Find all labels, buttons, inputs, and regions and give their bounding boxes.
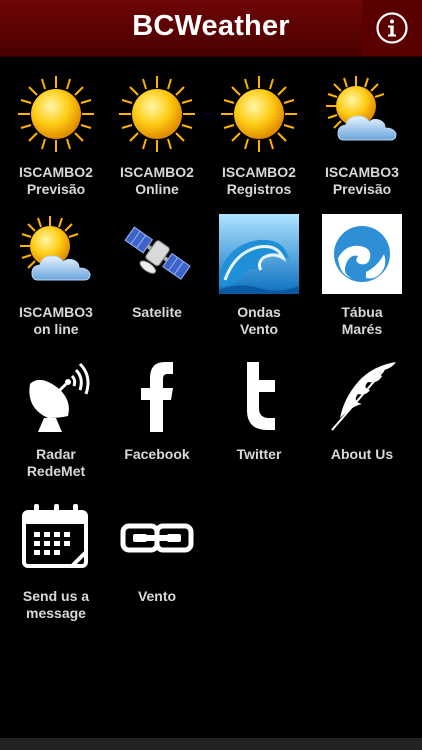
tile-label-line2: message <box>26 605 86 621</box>
tile-label-line1: About Us <box>330 446 394 462</box>
tile-label: ISCAMBO2 Previsão <box>4 164 108 198</box>
sun-icon <box>119 76 195 152</box>
tide-icon <box>322 214 402 294</box>
tile-label-line2: Previsão <box>332 181 392 197</box>
info-button[interactable] <box>362 0 422 56</box>
tile-iscambo3-previsao[interactable]: ISCAMBO3 Previsão <box>310 74 414 198</box>
app-title: BCWeather <box>132 10 290 42</box>
tile-facebook[interactable]: Facebook <box>105 356 209 463</box>
tile-label: ISCAMBO2 Online <box>105 164 209 198</box>
tile-about-us[interactable]: About Us <box>310 356 414 463</box>
tile-radar-redemet[interactable]: Radar RedeMet <box>4 356 108 480</box>
tile-label-line1: Satelite <box>132 304 182 320</box>
chain-link-icon <box>120 523 194 553</box>
tile-label-line1: Send us a <box>22 588 90 604</box>
info-icon <box>376 12 408 44</box>
sun-cloud-icon <box>326 76 397 141</box>
tile-label-line1: ISCAMBO2 <box>222 164 296 180</box>
tile-tabua-mares[interactable]: Tábua Marés <box>310 214 414 338</box>
tile-label: Twitter <box>207 446 311 463</box>
facebook-icon <box>141 362 173 432</box>
bottom-bar <box>0 738 422 750</box>
tile-label: About Us <box>310 446 414 463</box>
tile-label: ISCAMBO3 on line <box>4 304 108 338</box>
tile-label: Tábua Marés <box>310 304 414 338</box>
tile-label-line1: ISCAMBO3 <box>19 304 93 320</box>
app-header: BCWeather <box>0 0 422 57</box>
sun-cloud-icon <box>20 216 91 281</box>
tile-label-line1: ISCAMBO2 <box>120 164 194 180</box>
calendar-icon <box>22 504 88 568</box>
tile-label-line1: Tábua <box>341 304 383 320</box>
tile-label-line1: Facebook <box>124 446 190 462</box>
tile-label-line2: on line <box>33 321 79 337</box>
tile-label-line2: Previsão <box>26 181 86 197</box>
tile-label: Radar RedeMet <box>4 446 108 480</box>
sun-icon <box>18 76 94 152</box>
tile-label-line1: Vento <box>137 588 177 604</box>
tile-label: ISCAMBO2 Registros <box>207 164 311 198</box>
tile-label-line2: RedeMet <box>26 463 86 479</box>
tile-vento[interactable]: Vento <box>105 498 209 605</box>
tile-label: Ondas Vento <box>207 304 311 338</box>
tile-label-line1: Twitter <box>236 446 282 462</box>
tile-label: ISCAMBO3 Previsão <box>310 164 414 198</box>
radar-dish-icon <box>29 362 90 432</box>
wave-icon <box>219 214 299 294</box>
twitter-icon <box>247 362 275 430</box>
tile-label: Vento <box>105 588 209 605</box>
satellite-icon <box>124 226 191 280</box>
tile-label-line1: ISCAMBO3 <box>325 164 399 180</box>
tile-label-line2: Registros <box>226 181 292 197</box>
sun-icon <box>221 76 297 152</box>
tile-satelite[interactable]: Satelite <box>105 214 209 321</box>
tile-iscambo2-registros[interactable]: ISCAMBO2 Registros <box>207 74 311 198</box>
tile-ondas-vento[interactable]: Ondas Vento <box>207 214 311 338</box>
tile-iscambo2-previsao[interactable]: ISCAMBO2 Previsão <box>4 74 108 198</box>
tile-send-message[interactable]: Send us a message <box>4 498 108 622</box>
tile-iscambo3-online[interactable]: ISCAMBO3 on line <box>4 214 108 338</box>
feather-icon <box>331 362 396 431</box>
tile-label-line2: Online <box>135 181 179 197</box>
tile-iscambo2-online[interactable]: ISCAMBO2 Online <box>105 74 209 198</box>
tile-label: Satelite <box>105 304 209 321</box>
tile-label-line1: Radar <box>36 446 76 462</box>
tile-twitter[interactable]: Twitter <box>207 356 311 463</box>
tile-label-line2: Marés <box>341 321 383 337</box>
tile-label: Facebook <box>105 446 209 463</box>
tile-label-line1: ISCAMBO2 <box>19 164 93 180</box>
tile-label-line1: Ondas <box>237 304 281 320</box>
tile-label-line2: Vento <box>239 321 279 337</box>
tile-label: Send us a message <box>4 588 108 622</box>
